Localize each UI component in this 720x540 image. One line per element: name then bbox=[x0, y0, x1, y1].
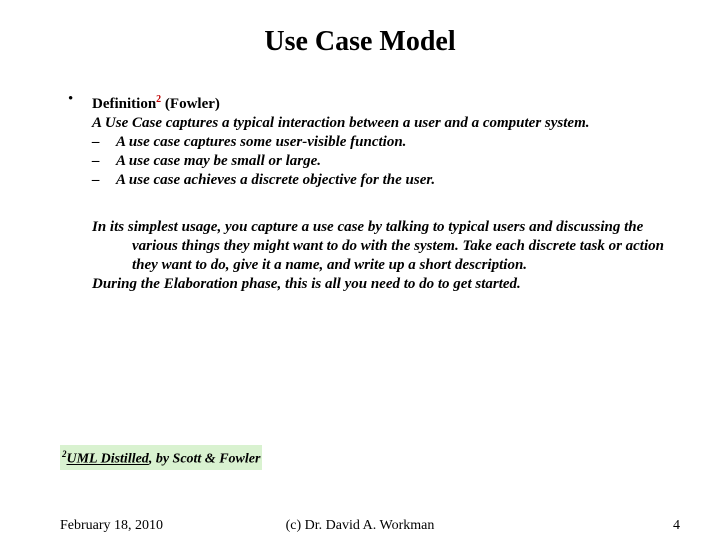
definition-points: – A use case captures some user-visible … bbox=[92, 133, 680, 190]
dash-icon: – bbox=[92, 171, 116, 190]
definition-point-text: A use case achieves a discrete objective… bbox=[116, 171, 435, 190]
definition-point: – A use case achieves a discrete objecti… bbox=[92, 171, 680, 190]
definition-label-pre: Definition bbox=[92, 96, 156, 112]
dash-icon: – bbox=[92, 152, 116, 171]
slide-title: Use Case Model bbox=[0, 26, 720, 58]
footnote: 2UML Distilled, by Scott & Fowler bbox=[60, 445, 262, 470]
definition-label-post: (Fowler) bbox=[161, 96, 220, 112]
slide-body: • Definition2 (Fowler) A Use Case captur… bbox=[68, 90, 680, 294]
footnote-title: UML Distilled bbox=[67, 452, 149, 467]
footnote-rest: , by Scott & Fowler bbox=[149, 452, 261, 467]
definition-point-text: A use case captures some user-visible fu… bbox=[116, 133, 406, 152]
definition-point-text: A use case may be small or large. bbox=[116, 152, 321, 171]
paragraph: During the Elaboration phase, this is al… bbox=[92, 275, 680, 294]
definition-bullet: • Definition2 (Fowler) bbox=[68, 90, 680, 114]
bullet-icon: • bbox=[68, 90, 92, 109]
definition-intro: A Use Case captures a typical interactio… bbox=[92, 114, 680, 133]
dash-icon: – bbox=[92, 133, 116, 152]
paragraph: In its simplest usage, you capture a use… bbox=[92, 218, 680, 275]
paragraph-block: In its simplest usage, you capture a use… bbox=[92, 218, 680, 294]
footer-copyright: (c) Dr. David A. Workman bbox=[0, 518, 720, 534]
definition-point: – A use case may be small or large. bbox=[92, 152, 680, 171]
slide: Use Case Model • Definition2 (Fowler) A … bbox=[0, 0, 720, 540]
footer-page-number: 4 bbox=[673, 518, 680, 534]
definition-heading: Definition2 (Fowler) bbox=[92, 90, 220, 114]
definition-point: – A use case captures some user-visible … bbox=[92, 133, 680, 152]
